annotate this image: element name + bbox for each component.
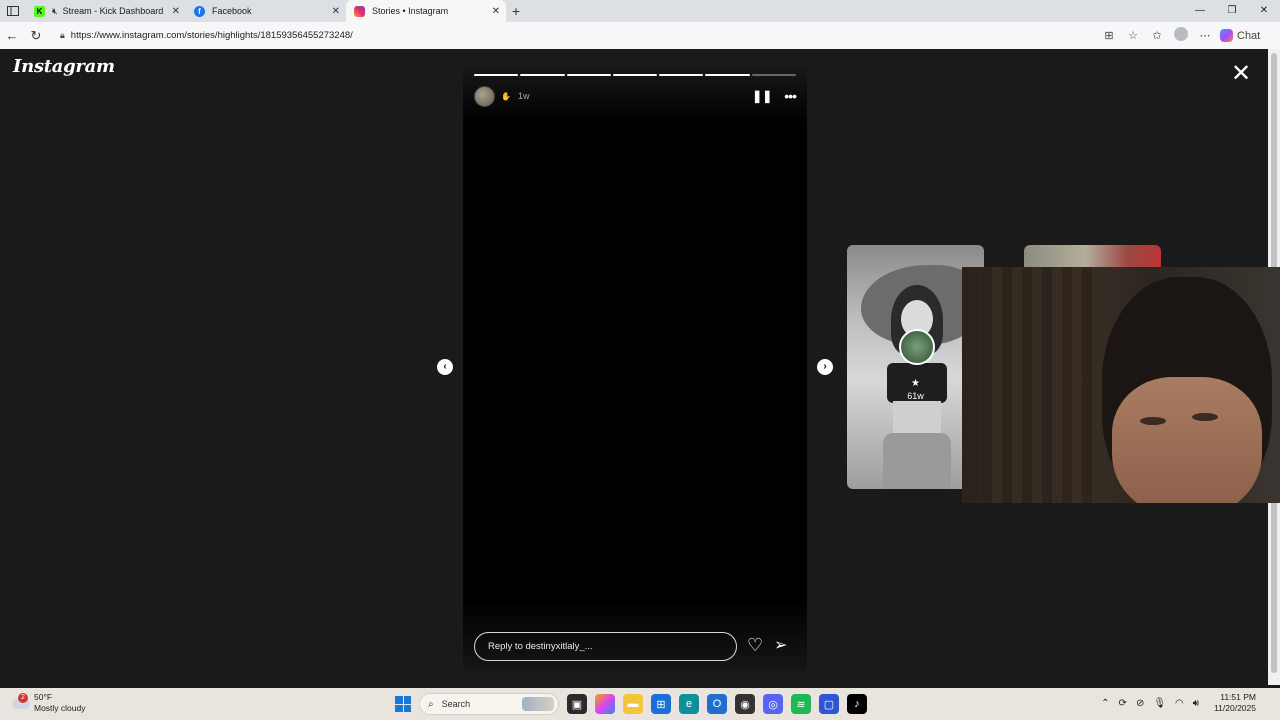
tab-label: Stories • Instagram [372, 6, 449, 16]
microphone-icon[interactable]: 🎙︎ [1153, 698, 1166, 709]
avatar[interactable] [474, 85, 495, 107]
story-progress-bar [474, 74, 796, 76]
copilot-icon [1220, 29, 1233, 42]
progress-segment [751, 74, 796, 76]
webcam-eye [1192, 413, 1218, 421]
instagram-icon [354, 5, 365, 17]
close-tab-icon[interactable]: ✕ [492, 6, 500, 17]
webcam-curtain [982, 267, 1102, 503]
spotify-icon[interactable]: ≋ [791, 694, 811, 714]
edge-icon[interactable]: e [679, 694, 699, 714]
search-icon: ⌕ [428, 698, 434, 710]
reply-placeholder: Reply to destinyxitlaly_... [488, 641, 593, 652]
close-tab-icon[interactable]: ✕ [172, 6, 180, 17]
taskbar-search[interactable]: ⌕ Search [419, 693, 559, 715]
facebook-icon: f [194, 5, 205, 17]
story-viewer[interactable]: ✋ 1w ❚❚ ••• Reply to destinyxitlaly_... … [463, 63, 807, 671]
url-text: https://www.instagram.com/stories/highli… [70, 30, 353, 41]
minimize-icon[interactable]: — [1184, 0, 1216, 22]
wifi-icon[interactable]: ◠ [1175, 698, 1184, 709]
lock-icon[interactable]: 🔒︎ [60, 30, 65, 41]
tab-instagram-stories[interactable]: Stories • Instagram ✕ [346, 0, 506, 22]
chat-label: Chat [1237, 29, 1261, 42]
close-story-icon[interactable]: ✕ [1231, 62, 1251, 86]
pause-icon[interactable]: ❚❚ [752, 89, 772, 103]
weather-widget[interactable]: 2 50°F Mostly cloudy [10, 692, 86, 714]
store-icon[interactable]: ⊞ [651, 694, 671, 714]
tab-label: Stream - Kick Dashboard [62, 6, 164, 16]
progress-segment [612, 74, 658, 76]
clock-date: 11/20/2025 [1214, 703, 1256, 713]
instagram-logo[interactable]: Instagram [13, 56, 115, 77]
preview-jeans [883, 433, 951, 489]
previous-story-icon[interactable]: ‹ [437, 359, 453, 375]
weather-condition: Mostly cloudy [34, 703, 86, 713]
muted-speaker-icon[interactable]: 🔇︎ [52, 6, 58, 17]
more-icon[interactable]: ••• [784, 88, 797, 104]
task-view-icon[interactable]: ▣ [567, 694, 587, 714]
notification-badge: 2 [18, 693, 28, 703]
app-available-icon[interactable]: ⊞ [1100, 29, 1118, 42]
windows-start-icon[interactable] [395, 696, 411, 712]
discord-icon[interactable]: ◎ [763, 694, 783, 714]
clock-time: 11:51 PM [1220, 692, 1256, 702]
progress-segment [659, 74, 704, 76]
app-icon[interactable]: ▢ [819, 694, 839, 714]
file-explorer-icon[interactable]: ▬ [623, 694, 643, 714]
outlook-icon[interactable]: O [707, 694, 727, 714]
system-tray: ⌃ ⟳ ⊘ 🎙︎ ◠ 🔊︎ 11:51 PM 11/20/2025 [1101, 692, 1256, 714]
volume-icon[interactable]: 🔊︎ [1193, 698, 1199, 709]
close-window-icon[interactable]: ✕ [1248, 0, 1280, 22]
browser-tab-bar: K 🔇︎ Stream - Kick Dashboard ✕ f Faceboo… [0, 0, 1280, 22]
favorites-icon[interactable]: ✩ [1148, 29, 1166, 42]
address-bar[interactable]: 🔒︎ https://www.instagram.com/stories/hig… [52, 26, 1092, 45]
webcam-face [1112, 377, 1262, 503]
tab-actions-icon[interactable] [0, 0, 26, 22]
copilot-chat-button[interactable]: Chat [1220, 29, 1260, 42]
preview-avatar [899, 329, 935, 365]
windows-taskbar: 2 50°F Mostly cloudy ⌕ Search ▣ ▬ ⊞ e O … [0, 688, 1280, 720]
tiktok-icon[interactable]: ♪ [847, 694, 867, 714]
weather-temp: 50°F [34, 692, 53, 702]
profile-icon[interactable] [1172, 27, 1190, 44]
toolbar-right: ⊞ ☆ ✩ ⋯ Chat [1100, 27, 1260, 44]
close-tab-icon[interactable]: ✕ [332, 6, 340, 17]
webcam-eye [1140, 417, 1166, 425]
chevron-up-icon[interactable]: ⌃ [1101, 698, 1109, 709]
send-icon[interactable]: ➢ [774, 635, 787, 655]
cloud-icon: 2 [10, 693, 30, 711]
webcam-overlay [962, 267, 1280, 503]
progress-segment [566, 74, 611, 76]
taskbar-clock[interactable]: 11:51 PM 11/20/2025 [1214, 692, 1256, 714]
story-time: 1w [517, 91, 530, 101]
story-header: ✋ 1w ❚❚ ••• [474, 85, 797, 107]
tab-kick[interactable]: K 🔇︎ Stream - Kick Dashboard ✕ [26, 0, 186, 22]
highlight-icon: ✋ [501, 91, 511, 101]
address-toolbar: ← ↻ 🔒︎ https://www.instagram.com/stories… [0, 22, 1280, 49]
kick-icon: K [34, 5, 45, 17]
restore-icon[interactable]: ❐ [1216, 0, 1248, 22]
progress-segment [520, 74, 565, 76]
taskbar-apps: ⌕ Search ▣ ▬ ⊞ e O ◉ ◎ ≋ ▢ ♪ [395, 692, 867, 716]
copilot-app-icon[interactable] [595, 694, 615, 714]
next-story-icon[interactable]: › [817, 359, 833, 375]
progress-segment [474, 74, 519, 76]
like-heart-icon[interactable]: ♡ [747, 635, 763, 656]
refresh-icon[interactable]: ↻ [24, 28, 48, 44]
more-options-icon[interactable]: ⋯ [1196, 29, 1214, 42]
search-label: Search [441, 699, 471, 709]
new-tab-button[interactable]: + [506, 3, 526, 19]
reply-input[interactable]: Reply to destinyxitlaly_... [474, 632, 737, 661]
preview-midriff [893, 401, 941, 435]
favorite-star-icon[interactable]: ☆ [1124, 29, 1142, 42]
obs-icon[interactable]: ◉ [735, 694, 755, 714]
tab-facebook[interactable]: f Facebook ✕ [186, 0, 346, 22]
back-arrow-icon[interactable]: ← [0, 28, 24, 43]
window-controls: — ❐ ✕ [1184, 0, 1280, 22]
search-highlight-image [522, 697, 554, 711]
sync-icon[interactable]: ⟳ [1119, 698, 1127, 709]
notifications-off-icon[interactable]: ⊘ [1136, 698, 1144, 709]
progress-segment [705, 74, 750, 76]
tab-label: Facebook [212, 6, 252, 16]
